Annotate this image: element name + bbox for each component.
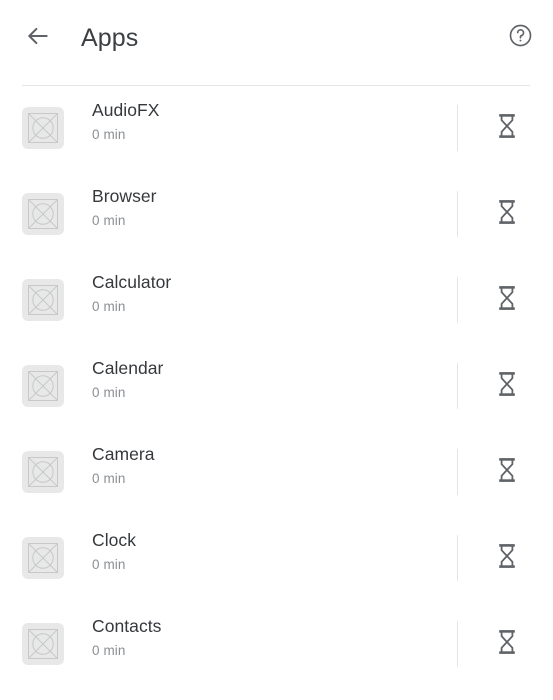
page-title: Apps [81,24,139,52]
app-row-text: AudioFX 0 min [92,98,442,145]
app-list: AudioFX 0 min Browser 0 min Calculator 0… [0,86,553,700]
row-divider [457,535,458,581]
app-row-text: Contacts 0 min [92,614,442,661]
app-bar: Apps [0,0,553,85]
app-row[interactable]: Calculator 0 min [0,258,553,344]
row-divider [457,621,458,667]
app-row[interactable]: AudioFX 0 min [0,86,553,172]
row-divider [457,449,458,495]
set-timer-button[interactable] [485,106,529,150]
set-timer-button[interactable] [485,192,529,236]
row-divider [457,105,458,151]
hourglass-icon [496,199,518,230]
hourglass-icon [496,285,518,316]
app-usage: 0 min [92,385,126,400]
row-divider [457,363,458,409]
app-name: Calculator [92,272,172,292]
app-row-text: Camera 0 min [92,442,442,489]
hourglass-icon [496,629,518,660]
app-row-text: Clock 0 min [92,528,442,575]
back-button[interactable] [18,18,58,58]
hourglass-icon [496,457,518,488]
app-row-text: Calendar 0 min [92,356,442,403]
row-divider [457,191,458,237]
app-row[interactable]: Camera 0 min [0,430,553,516]
app-row[interactable]: Calendar 0 min [0,344,553,430]
app-usage: 0 min [92,471,126,486]
app-usage: 0 min [92,299,126,314]
set-timer-button[interactable] [485,450,529,494]
app-name: Camera [92,444,155,464]
app-row-text: Browser 0 min [92,184,442,231]
set-timer-button[interactable] [485,622,529,666]
row-divider [457,277,458,323]
app-row[interactable]: Browser 0 min [0,172,553,258]
hourglass-icon [496,371,518,402]
app-name: Clock [92,530,137,550]
app-row[interactable]: Clock 0 min [0,516,553,602]
app-usage: 0 min [92,643,126,658]
arrow-left-icon [25,23,51,54]
help-circle-icon [508,23,533,53]
app-usage: 0 min [92,213,126,228]
app-timers-screen: Apps AudioFX 0 min Browser 0 min Calcula… [0,0,553,700]
app-placeholder-icon [22,107,64,149]
app-placeholder-icon [22,193,64,235]
app-name: AudioFX [92,100,160,120]
help-button[interactable] [500,18,540,58]
app-name: Browser [92,186,157,206]
set-timer-button[interactable] [485,278,529,322]
app-placeholder-icon [22,365,64,407]
app-usage: 0 min [92,557,126,572]
app-placeholder-icon [22,623,64,665]
hourglass-icon [496,113,518,144]
app-placeholder-icon [22,279,64,321]
app-row[interactable]: Contacts 0 min [0,602,553,688]
app-name: Calendar [92,358,164,378]
set-timer-button[interactable] [485,364,529,408]
app-placeholder-icon [22,537,64,579]
app-usage: 0 min [92,127,126,142]
set-timer-button[interactable] [485,536,529,580]
app-name: Contacts [92,616,162,636]
hourglass-icon [496,543,518,574]
app-placeholder-icon [22,451,64,493]
app-row-text: Calculator 0 min [92,270,442,317]
